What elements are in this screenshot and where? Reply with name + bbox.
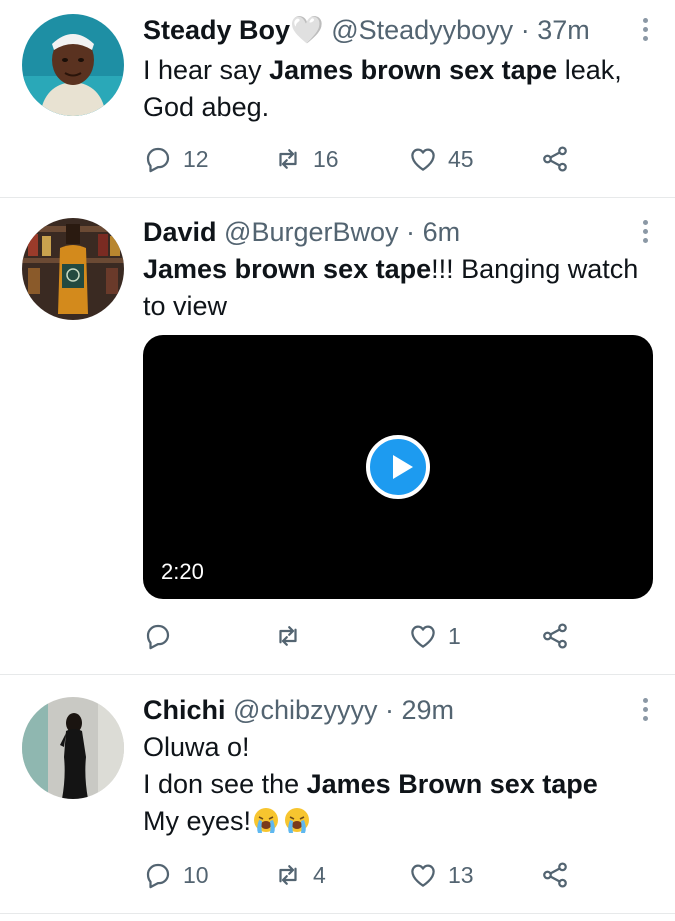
like-icon <box>411 864 435 887</box>
retweet-button[interactable] <box>273 618 313 654</box>
retweet-icon <box>279 626 297 646</box>
like-count: 45 <box>448 145 474 172</box>
bold-text: James brown sex tape <box>143 254 432 284</box>
like-button[interactable]: 45 <box>408 141 474 177</box>
avatar[interactable] <box>22 218 124 320</box>
like-button[interactable]: 1 <box>408 618 461 654</box>
loudly-crying-face-emoji <box>254 808 279 833</box>
retweet-icon <box>279 149 297 169</box>
display-name[interactable]: Steady Boy🤍 <box>143 15 324 45</box>
reply-icon <box>146 863 170 889</box>
more-options-icon[interactable] <box>641 698 649 726</box>
like-icon <box>411 148 435 171</box>
video-player[interactable]: 2:20 <box>143 335 653 599</box>
share-icon <box>543 862 567 888</box>
share-icon <box>543 146 567 172</box>
handle[interactable]: @Steadyyboyy <box>331 15 513 45</box>
loudly-crying-face-emoji <box>285 808 310 833</box>
retweet-count: 4 <box>313 861 326 888</box>
video-duration: 2:20 <box>161 559 204 584</box>
retweet-icon <box>279 865 297 885</box>
avatar[interactable] <box>22 14 124 116</box>
retweet-count: 16 <box>313 145 339 172</box>
reply-icon <box>146 147 170 173</box>
reply-count: 10 <box>183 861 209 888</box>
dot-separator: · <box>385 695 394 725</box>
like-button[interactable]: 13 <box>408 857 474 893</box>
share-button[interactable] <box>540 141 570 177</box>
like-count: 13 <box>448 861 474 888</box>
tweet[interactable]: Steady Boy🤍 @Steadyyboyy · 37m I hear sa… <box>0 0 675 198</box>
timestamp[interactable]: 37m <box>537 15 590 45</box>
dot-separator: · <box>520 15 530 45</box>
reply-button[interactable]: 10 <box>143 857 209 893</box>
reply-button[interactable] <box>143 618 183 654</box>
reply-icon <box>146 624 170 650</box>
tweet-text: James brown sex tape!!! Banging watch to… <box>143 254 639 321</box>
tweet-text: Oluwa o! I don see the James Brown sex t… <box>143 732 598 836</box>
bold-text: James Brown sex tape <box>306 769 598 799</box>
retweet-button[interactable]: 16 <box>273 141 339 177</box>
bold-text: James brown sex tape <box>269 55 558 85</box>
reply-count: 12 <box>183 145 209 172</box>
display-name[interactable]: David <box>143 217 217 247</box>
timestamp[interactable]: 6m <box>423 217 461 247</box>
handle[interactable]: @BurgerBwoy <box>224 217 398 247</box>
tweet[interactable]: David @BurgerBwoy · 6m James brown sex t… <box>0 198 675 675</box>
share-icon <box>543 623 567 649</box>
handle[interactable]: @chibzyyyy <box>233 695 377 725</box>
tweet-text: I hear say James brown sex tape leak, Go… <box>143 55 622 122</box>
display-name[interactable]: Chichi <box>143 695 226 725</box>
reply-button[interactable]: 12 <box>143 141 209 177</box>
share-button[interactable] <box>540 857 570 893</box>
play-icon[interactable] <box>366 435 430 499</box>
avatar[interactable] <box>22 697 124 799</box>
dot-separator: · <box>406 217 416 247</box>
timestamp[interactable]: 29m <box>402 695 455 725</box>
more-options-icon[interactable] <box>641 220 649 248</box>
retweet-button[interactable]: 4 <box>273 857 326 893</box>
tweet[interactable]: Chichi @chibzyyyy · 29m Oluwa o! I don s… <box>0 675 675 914</box>
like-count: 1 <box>448 622 461 649</box>
more-options-icon[interactable] <box>641 18 649 46</box>
share-button[interactable] <box>540 618 570 654</box>
like-icon <box>411 625 435 648</box>
